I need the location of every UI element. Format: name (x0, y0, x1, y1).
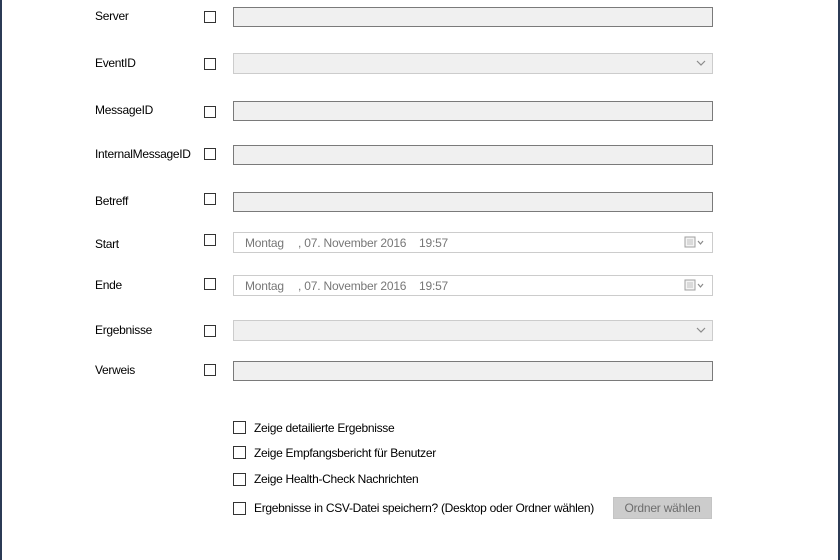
calendar-icon[interactable] (684, 279, 706, 292)
end-datetime-picker[interactable]: Montag , 07. November 2016 19:57 (233, 275, 713, 296)
ergebnisse-dropdown[interactable] (233, 320, 713, 341)
server-input[interactable] (233, 7, 713, 27)
start-label: Start (95, 237, 119, 251)
internalmessageid-input[interactable] (233, 145, 713, 165)
server-label: Server (95, 9, 129, 23)
end-date: , 07. November 2016 (298, 279, 407, 293)
receipt-report-label: Zeige Empfangsbericht für Benutzer (254, 446, 436, 460)
eventid-dropdown[interactable] (233, 53, 713, 74)
health-check-label: Zeige Health-Check Nachrichten (254, 472, 419, 486)
detailed-results-checkbox[interactable] (233, 421, 246, 434)
messageid-checkbox[interactable] (204, 106, 216, 118)
start-checkbox[interactable] (204, 234, 216, 246)
save-csv-label: Ergebnisse in CSV-Datei speichern? (Desk… (254, 501, 594, 515)
window-edge-left (0, 0, 2, 560)
verweis-checkbox[interactable] (204, 364, 216, 376)
eventid-checkbox[interactable] (204, 58, 216, 70)
internalmessageid-label: InternalMessageID (95, 147, 191, 161)
start-time: 19:57 (419, 236, 449, 250)
server-checkbox[interactable] (204, 11, 216, 23)
choose-folder-button[interactable]: Ordner wählen (613, 497, 712, 519)
health-check-checkbox[interactable] (233, 473, 246, 486)
start-weekday: Montag (245, 236, 284, 250)
save-csv-checkbox[interactable] (233, 502, 246, 515)
internalmessageid-checkbox[interactable] (204, 148, 216, 160)
ende-label: Ende (95, 278, 122, 292)
messageid-input[interactable] (233, 101, 713, 121)
ende-checkbox[interactable] (204, 278, 216, 290)
start-datetime-picker[interactable]: Montag , 07. November 2016 19:57 (233, 232, 713, 253)
chevron-down-icon (696, 324, 706, 336)
end-time: 19:57 (419, 279, 449, 293)
betreff-checkbox[interactable] (204, 193, 216, 205)
betreff-input[interactable] (233, 192, 713, 212)
chevron-down-icon (696, 57, 706, 69)
eventid-label: EventID (95, 56, 136, 70)
verweis-input[interactable] (233, 361, 713, 381)
ergebnisse-label: Ergebnisse (95, 323, 153, 337)
calendar-icon[interactable] (684, 236, 706, 249)
betreff-label: Betreff (95, 194, 129, 208)
detailed-results-label: Zeige detailierte Ergebnisse (254, 421, 395, 435)
end-weekday: Montag (245, 279, 284, 293)
ergebnisse-checkbox[interactable] (204, 325, 216, 337)
verweis-label: Verweis (95, 363, 135, 377)
receipt-report-checkbox[interactable] (233, 446, 246, 459)
messageid-label: MessageID (95, 103, 153, 117)
start-date: , 07. November 2016 (298, 236, 407, 250)
